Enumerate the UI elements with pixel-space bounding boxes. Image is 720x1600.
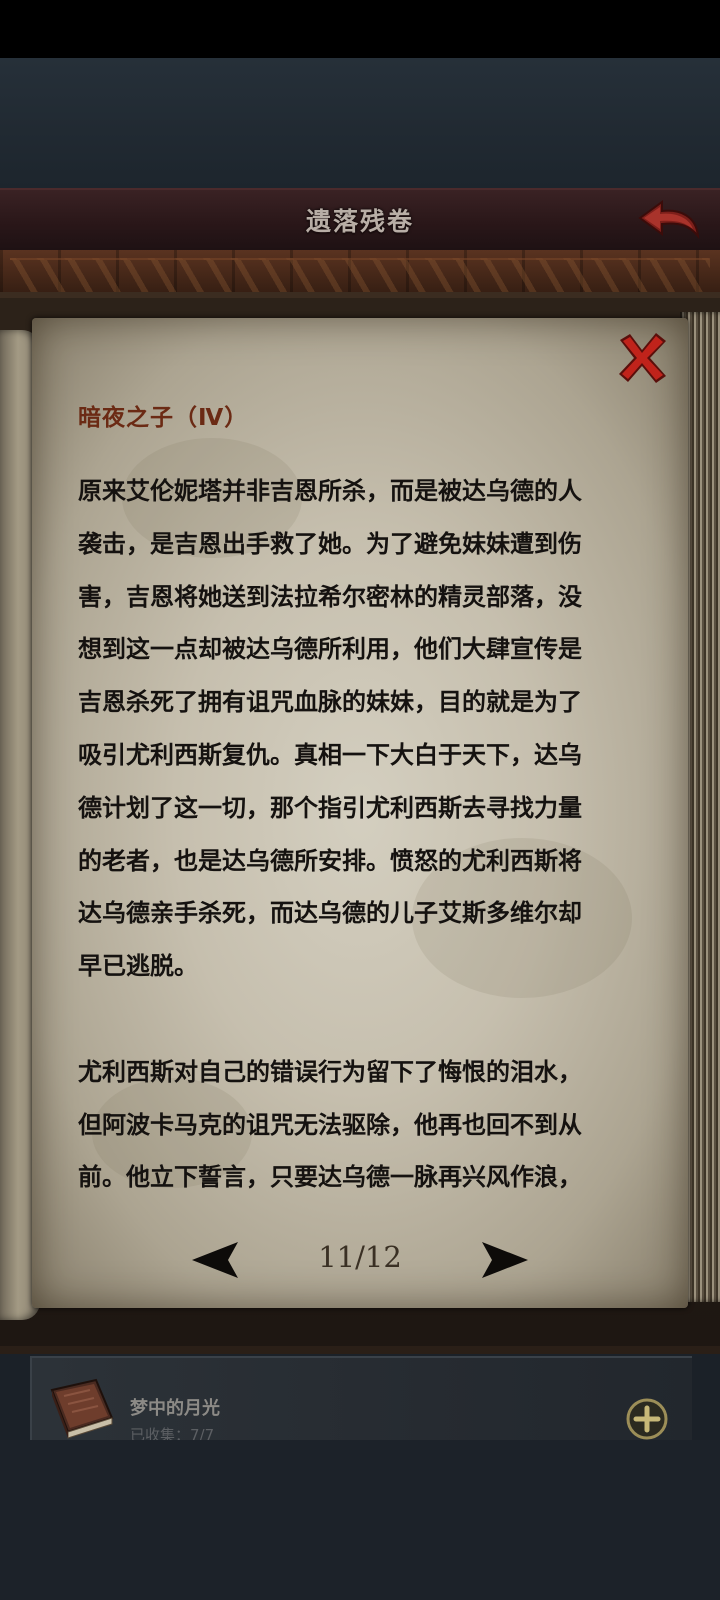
body-line: 想到这一点却被达乌德所利用，他们大肆宣传是 [78,635,582,664]
back-arrow-icon [638,200,700,240]
close-x-icon [619,333,666,383]
status-bar [0,0,720,58]
header-title: 遗落残卷 [305,207,414,236]
bottom-area [0,1440,720,1600]
game-screen: 遗落残卷 暗夜之子（Ⅳ） 原来艾伦妮塔并非吉恩所杀，而是被达乌德的人 袭击，是吉… [0,0,720,1600]
body-line: 的老者，也是达乌德所安排。愤怒的尤利西斯将 [78,846,582,875]
body-line: 吉恩杀死了拥有诅咒血脉的妹妹，目的就是为了 [78,688,582,717]
next-page-button[interactable] [478,1238,530,1282]
page-indicator: 11/12 [318,1240,402,1274]
header-bar: 遗落残卷 [0,188,720,252]
body-line: 前。他立下誓言，只要达乌德一脉再兴风作浪， [78,1163,582,1192]
body-line: 早已逃脱。 [78,952,198,981]
background-top [0,58,720,188]
body-line: 原来艾伦妮塔并非吉恩所杀，而是被达乌德的人 [78,477,582,505]
add-button[interactable] [626,1398,668,1440]
body-line: 尤利西斯对自己的错误行为留下了悔恨的泪水， [78,1057,582,1086]
pagination: 11/12 [190,1236,530,1284]
collection-item-name: 梦中的月光 [130,1398,220,1419]
body-line: 德计划了这一切，那个指引尤利西斯去寻找力量 [78,793,582,822]
triangle-left-icon [192,1242,238,1278]
body-line: 达乌德亲手杀死，而达乌德的儿子艾斯多维尔却 [78,899,582,928]
triangle-right-icon [482,1242,528,1278]
body-line: 吸引尤利西斯复仇。真相一下大白于天下，达乌 [78,740,582,769]
article-body: 原来艾伦妮塔并非吉恩所杀，而是被达乌德的人 袭击，是吉恩出手救了她。为了避免妹妹… [78,470,638,1209]
collection-item[interactable]: 梦中的月光 已收集：7/7 [30,1356,692,1442]
body-line: 但阿波卡马克的诅咒无法驱除，他再也回不到从 [78,1110,582,1139]
book-icon [46,1372,116,1442]
body-line: 害，吉恩将她送到法拉希尔密林的精灵部落，没 [78,582,582,611]
body-line-blank [78,998,638,1051]
body-line: 袭击，是吉恩出手救了她。为了避免妹妹遭到伤 [78,529,582,558]
back-button[interactable] [636,200,702,240]
prev-page-button[interactable] [190,1238,242,1282]
plus-circle-icon [626,1398,668,1440]
close-button[interactable] [614,330,670,386]
article-title: 暗夜之子（Ⅳ） [78,405,249,431]
